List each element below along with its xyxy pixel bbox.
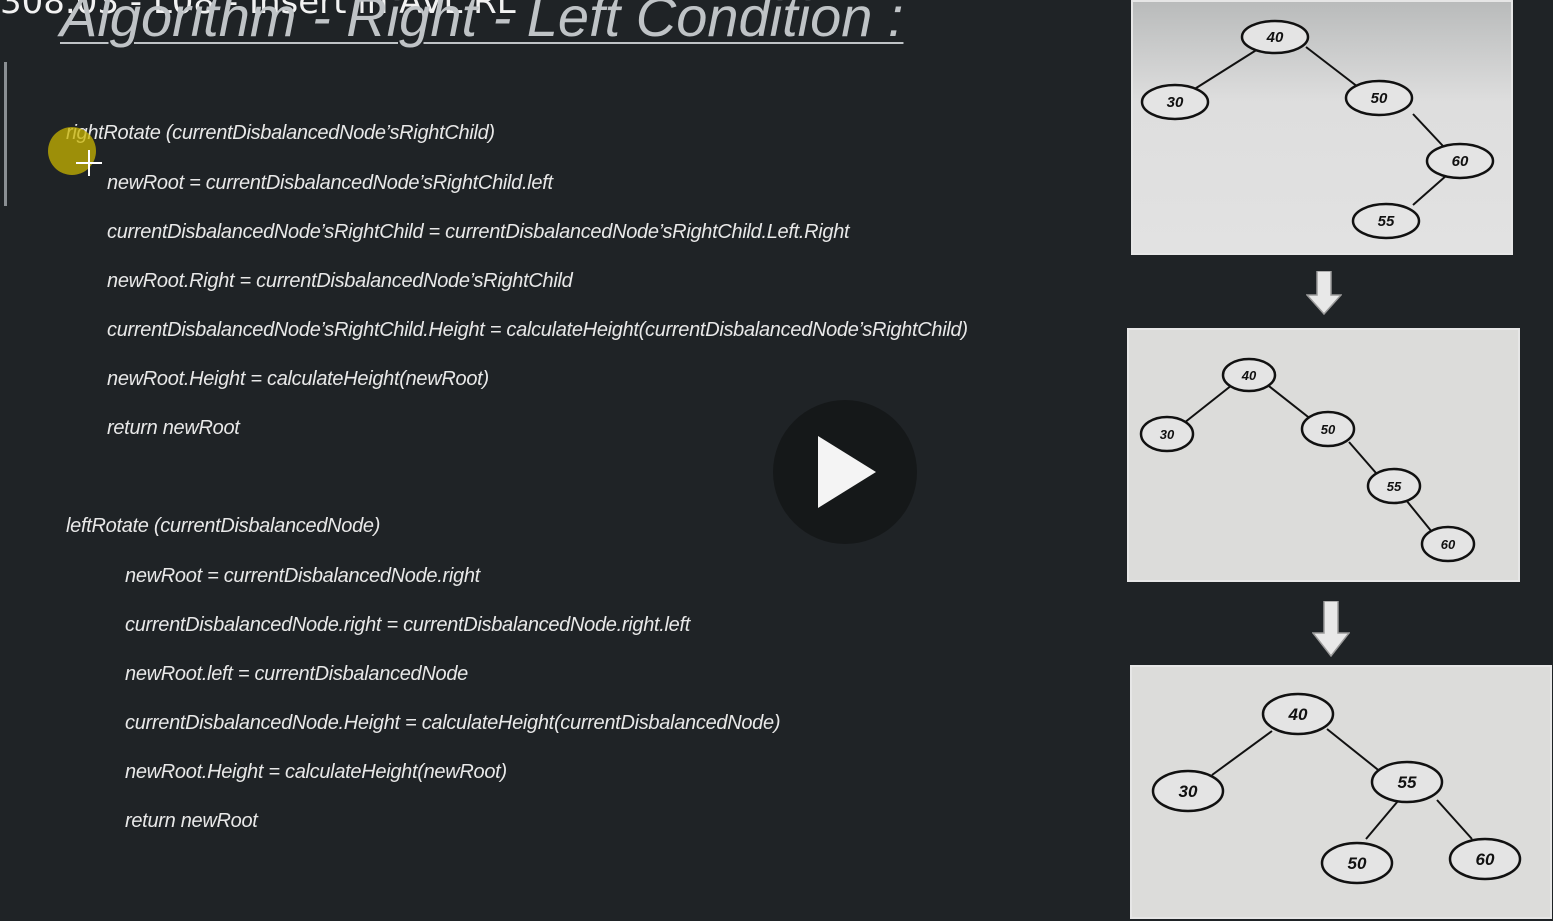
node-label: 60 bbox=[1452, 153, 1469, 170]
tree-diagram-1: 40 30 50 60 55 bbox=[1131, 0, 1513, 255]
node-label: 55 bbox=[1398, 773, 1417, 792]
left-rotate-line-3: newRoot.left = currentDisbalancedNode bbox=[125, 663, 468, 685]
left-rotate-line-4: currentDisbalancedNode.Height = calculat… bbox=[125, 712, 781, 734]
right-rotate-signature: rightRotate (currentDisbalancedNode’sRig… bbox=[66, 122, 495, 144]
left-rotate-line-6: return newRoot bbox=[125, 810, 258, 832]
right-rotate-line-6: return newRoot bbox=[107, 417, 240, 439]
node-label: 30 bbox=[1160, 427, 1175, 442]
right-rotate-line-3: newRoot.Right = currentDisbalancedNode’s… bbox=[107, 270, 573, 292]
node-label: 40 bbox=[1241, 368, 1257, 383]
left-rotate-line-1: newRoot = currentDisbalancedNode.right bbox=[125, 565, 480, 587]
tree-diagram-2: 40 30 50 55 60 bbox=[1127, 328, 1520, 582]
slide-title: Algorithm - Right - Left Condition : bbox=[60, 0, 904, 48]
node-label: 55 bbox=[1387, 479, 1402, 494]
tree-diagram-3: 40 30 55 50 60 bbox=[1130, 665, 1552, 919]
play-icon bbox=[818, 436, 876, 508]
play-button[interactable] bbox=[773, 400, 917, 544]
left-rotate-signature: leftRotate (currentDisbalancedNode) bbox=[66, 515, 381, 537]
slide-left-marker bbox=[4, 62, 7, 206]
right-rotate-line-1: newRoot = currentDisbalancedNode’sRightC… bbox=[107, 172, 553, 194]
crosshair-cursor-icon bbox=[76, 150, 102, 176]
right-rotate-line-4: currentDisbalancedNode’sRightChild.Heigh… bbox=[107, 319, 968, 341]
node-label: 50 bbox=[1321, 422, 1336, 437]
arrow-down-icon bbox=[1312, 601, 1350, 657]
right-rotate-line-5: newRoot.Height = calculateHeight(newRoot… bbox=[107, 368, 489, 390]
arrow-down-icon bbox=[1306, 271, 1342, 315]
node-label: 50 bbox=[1348, 854, 1367, 873]
left-rotate-line-2: currentDisbalancedNode.right = currentDi… bbox=[125, 614, 691, 636]
node-label: 50 bbox=[1371, 90, 1388, 107]
node-label: 55 bbox=[1378, 213, 1395, 230]
node-label: 30 bbox=[1167, 94, 1184, 111]
right-rotate-line-2: currentDisbalancedNode’sRightChild = cur… bbox=[107, 221, 850, 243]
node-label: 30 bbox=[1179, 782, 1198, 801]
node-label: 40 bbox=[1288, 705, 1308, 724]
node-label: 60 bbox=[1441, 537, 1456, 552]
node-label: 40 bbox=[1266, 29, 1284, 46]
node-label: 60 bbox=[1476, 850, 1495, 869]
left-rotate-line-5: newRoot.Height = calculateHeight(newRoot… bbox=[125, 761, 507, 783]
